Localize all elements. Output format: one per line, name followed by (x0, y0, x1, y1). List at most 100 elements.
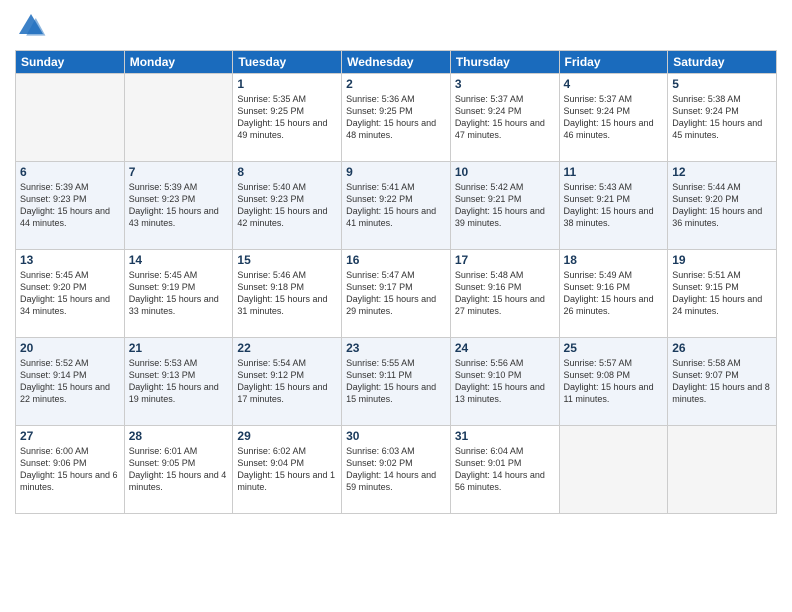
cell-info: Sunrise: 5:35 AMSunset: 9:25 PMDaylight:… (237, 93, 337, 142)
cell-info: Sunrise: 6:04 AMSunset: 9:01 PMDaylight:… (455, 445, 555, 494)
cell-info: Sunrise: 5:36 AMSunset: 9:25 PMDaylight:… (346, 93, 446, 142)
calendar-cell: 19 Sunrise: 5:51 AMSunset: 9:15 PMDayligh… (668, 250, 777, 338)
page: SundayMondayTuesdayWednesdayThursdayFrid… (0, 0, 792, 612)
day-number: 20 (20, 341, 120, 355)
cell-info: Sunrise: 5:58 AMSunset: 9:07 PMDaylight:… (672, 357, 772, 406)
day-number: 12 (672, 165, 772, 179)
cell-info: Sunrise: 5:47 AMSunset: 9:17 PMDaylight:… (346, 269, 446, 318)
day-number: 29 (237, 429, 337, 443)
calendar-cell: 20 Sunrise: 5:52 AMSunset: 9:14 PMDayligh… (16, 338, 125, 426)
calendar-cell: 25Sunrise: 5:57 AMSunset: 9:08 PMDayligh… (559, 338, 668, 426)
day-number: 28 (129, 429, 229, 443)
day-number: 23 (346, 341, 446, 355)
day-number: 1 (237, 77, 337, 91)
calendar-cell (668, 426, 777, 514)
day-number: 22 (237, 341, 337, 355)
calendar-cell: 17 Sunrise: 5:48 AMSunset: 9:16 PMDayligh… (450, 250, 559, 338)
header (15, 10, 777, 42)
cell-info: Sunrise: 5:56 AMSunset: 9:10 PMDaylight:… (455, 357, 555, 406)
cell-info: Sunrise: 5:52 AMSunset: 9:14 PMDaylight:… (20, 357, 120, 406)
col-header-monday: Monday (124, 51, 233, 74)
calendar-cell: 9Sunrise: 5:41 AMSunset: 9:22 PMDaylight… (342, 162, 451, 250)
calendar-cell: 12Sunrise: 5:44 AMSunset: 9:20 PMDayligh… (668, 162, 777, 250)
cell-info: Sunrise: 5:42 AMSunset: 9:21 PMDaylight:… (455, 181, 555, 230)
cell-info: Sunrise: 5:55 AMSunset: 9:11 PMDaylight:… (346, 357, 446, 406)
calendar-cell: 2 Sunrise: 5:36 AMSunset: 9:25 PMDaylight… (342, 74, 451, 162)
cell-info: Sunrise: 6:03 AMSunset: 9:02 PMDaylight:… (346, 445, 446, 494)
calendar-cell: 1 Sunrise: 5:35 AMSunset: 9:25 PMDaylight… (233, 74, 342, 162)
week-row-5: 27Sunrise: 6:00 AMSunset: 9:06 PMDayligh… (16, 426, 777, 514)
cell-info: Sunrise: 5:46 AMSunset: 9:18 PMDaylight:… (237, 269, 337, 318)
calendar-cell: 28 Sunrise: 6:01 AMSunset: 9:05 PMDayligh… (124, 426, 233, 514)
calendar: SundayMondayTuesdayWednesdayThursdayFrid… (15, 50, 777, 514)
cell-info: Sunrise: 5:39 AMSunset: 9:23 PMDaylight:… (129, 181, 229, 230)
day-number: 3 (455, 77, 555, 91)
cell-info: Sunrise: 5:39 AMSunset: 9:23 PMDaylight:… (20, 181, 120, 230)
calendar-cell: 11 Sunrise: 5:43 AMSunset: 9:21 PMDayligh… (559, 162, 668, 250)
day-number: 17 (455, 253, 555, 267)
calendar-cell: 24 Sunrise: 5:56 AMSunset: 9:10 PMDayligh… (450, 338, 559, 426)
day-number: 10 (455, 165, 555, 179)
day-number: 6 (20, 165, 120, 179)
day-number: 19 (672, 253, 772, 267)
day-number: 16 (346, 253, 446, 267)
calendar-cell: 26 Sunrise: 5:58 AMSunset: 9:07 PMDayligh… (668, 338, 777, 426)
col-header-wednesday: Wednesday (342, 51, 451, 74)
day-number: 11 (564, 165, 664, 179)
day-number: 2 (346, 77, 446, 91)
cell-info: Sunrise: 5:57 AMSunset: 9:08 PMDaylight:… (564, 357, 664, 406)
week-row-2: 6 Sunrise: 5:39 AMSunset: 9:23 PMDaylight… (16, 162, 777, 250)
calendar-cell: 5 Sunrise: 5:38 AMSunset: 9:24 PMDaylight… (668, 74, 777, 162)
cell-info: Sunrise: 6:01 AMSunset: 9:05 PMDaylight:… (129, 445, 229, 494)
calendar-cell: 18Sunrise: 5:49 AMSunset: 9:16 PMDayligh… (559, 250, 668, 338)
calendar-cell: 10 Sunrise: 5:42 AMSunset: 9:21 PMDayligh… (450, 162, 559, 250)
cell-info: Sunrise: 5:49 AMSunset: 9:16 PMDaylight:… (564, 269, 664, 318)
day-number: 27 (20, 429, 120, 443)
calendar-cell (559, 426, 668, 514)
calendar-cell (124, 74, 233, 162)
calendar-cell: 29 Sunrise: 6:02 AMSunset: 9:04 PMDayligh… (233, 426, 342, 514)
cell-info: Sunrise: 5:41 AMSunset: 9:22 PMDaylight:… (346, 181, 446, 230)
cell-info: Sunrise: 5:48 AMSunset: 9:16 PMDaylight:… (455, 269, 555, 318)
day-number: 14 (129, 253, 229, 267)
day-number: 4 (564, 77, 664, 91)
week-row-4: 20 Sunrise: 5:52 AMSunset: 9:14 PMDayligh… (16, 338, 777, 426)
cell-info: Sunrise: 5:43 AMSunset: 9:21 PMDaylight:… (564, 181, 664, 230)
cell-info: Sunrise: 5:38 AMSunset: 9:24 PMDaylight:… (672, 93, 772, 142)
day-number: 30 (346, 429, 446, 443)
calendar-cell: 8Sunrise: 5:40 AMSunset: 9:23 PMDaylight… (233, 162, 342, 250)
calendar-cell: 3 Sunrise: 5:37 AMSunset: 9:24 PMDaylight… (450, 74, 559, 162)
calendar-cell: 30 Sunrise: 6:03 AMSunset: 9:02 PMDayligh… (342, 426, 451, 514)
calendar-cell: 13 Sunrise: 5:45 AMSunset: 9:20 PMDayligh… (16, 250, 125, 338)
calendar-cell: 16 Sunrise: 5:47 AMSunset: 9:17 PMDayligh… (342, 250, 451, 338)
cell-info: Sunrise: 5:53 AMSunset: 9:13 PMDaylight:… (129, 357, 229, 406)
col-header-friday: Friday (559, 51, 668, 74)
day-number: 26 (672, 341, 772, 355)
cell-info: Sunrise: 6:02 AMSunset: 9:04 PMDaylight:… (237, 445, 337, 494)
day-number: 7 (129, 165, 229, 179)
day-number: 31 (455, 429, 555, 443)
calendar-cell: 7 Sunrise: 5:39 AMSunset: 9:23 PMDaylight… (124, 162, 233, 250)
day-number: 5 (672, 77, 772, 91)
cell-info: Sunrise: 5:45 AMSunset: 9:20 PMDaylight:… (20, 269, 120, 318)
col-header-sunday: Sunday (16, 51, 125, 74)
week-row-3: 13 Sunrise: 5:45 AMSunset: 9:20 PMDayligh… (16, 250, 777, 338)
cell-info: Sunrise: 5:37 AMSunset: 9:24 PMDaylight:… (455, 93, 555, 142)
calendar-cell: 22 Sunrise: 5:54 AMSunset: 9:12 PMDayligh… (233, 338, 342, 426)
calendar-cell: 6 Sunrise: 5:39 AMSunset: 9:23 PMDaylight… (16, 162, 125, 250)
cell-info: Sunrise: 5:51 AMSunset: 9:15 PMDaylight:… (672, 269, 772, 318)
day-number: 13 (20, 253, 120, 267)
logo (15, 10, 51, 42)
calendar-cell: 23 Sunrise: 5:55 AMSunset: 9:11 PMDayligh… (342, 338, 451, 426)
header-row: SundayMondayTuesdayWednesdayThursdayFrid… (16, 51, 777, 74)
logo-icon (15, 10, 47, 42)
day-number: 24 (455, 341, 555, 355)
day-number: 15 (237, 253, 337, 267)
cell-info: Sunrise: 5:54 AMSunset: 9:12 PMDaylight:… (237, 357, 337, 406)
calendar-cell: 21 Sunrise: 5:53 AMSunset: 9:13 PMDayligh… (124, 338, 233, 426)
calendar-cell: 4 Sunrise: 5:37 AMSunset: 9:24 PMDaylight… (559, 74, 668, 162)
day-number: 21 (129, 341, 229, 355)
cell-info: Sunrise: 5:37 AMSunset: 9:24 PMDaylight:… (564, 93, 664, 142)
cell-info: Sunrise: 5:40 AMSunset: 9:23 PMDaylight:… (237, 181, 337, 230)
calendar-cell: 14Sunrise: 5:45 AMSunset: 9:19 PMDayligh… (124, 250, 233, 338)
